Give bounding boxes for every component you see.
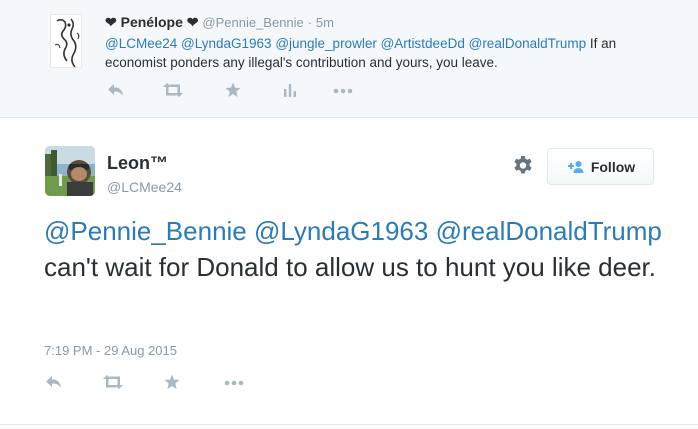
separator-dot: · — [307, 15, 313, 30]
mention-link[interactable]: @LyndaG1963 — [254, 216, 428, 246]
parent-tweet-header: ❤ Penélope ❤ @Pennie_Bennie · 5m — [105, 13, 334, 32]
more-icon[interactable] — [333, 82, 353, 98]
mention-link[interactable]: @realDonaldTrump — [436, 216, 662, 246]
tweet-actions — [45, 374, 265, 394]
parent-tweet: ❤ Penélope ❤ @Pennie_Bennie · 5m @LCMee2… — [0, 0, 698, 118]
gear-icon[interactable] — [511, 154, 535, 178]
parent-tweet-actions — [107, 82, 367, 102]
tweet-body: can't wait for Donald to allow us to hun… — [44, 252, 656, 282]
mention-link[interactable]: @LCMee24 — [105, 36, 177, 51]
favorite-icon[interactable] — [164, 374, 180, 390]
parent-author-name[interactable]: ❤ Penélope ❤ — [105, 14, 202, 30]
mention-link[interactable]: @realDonaldTrump — [469, 36, 587, 51]
tweet-text: @Pennie_Bennie @LyndaG1963 @realDonaldTr… — [44, 213, 684, 285]
author-name[interactable]: Leon™ — [107, 152, 168, 174]
parent-avatar[interactable] — [50, 14, 82, 68]
mention-link[interactable]: @Pennie_Bennie — [44, 216, 247, 246]
follow-label: Follow — [590, 158, 636, 175]
retweet-icon[interactable] — [103, 374, 123, 390]
heart-icon: ❤ — [186, 14, 199, 30]
heart-icon: ❤ — [105, 14, 117, 30]
reply-icon[interactable] — [107, 82, 125, 98]
parent-tweet-text: @LCMee24 @LyndaG1963 @jungle_prowler @Ar… — [105, 34, 675, 72]
parent-tweet-time[interactable]: 5m — [316, 15, 334, 30]
divider — [0, 424, 698, 425]
main-avatar[interactable] — [45, 146, 95, 196]
add-user-icon — [566, 160, 584, 174]
reply-icon[interactable] — [45, 374, 63, 390]
tweet-timestamp[interactable]: 7:19 PM - 29 Aug 2015 — [44, 343, 177, 358]
author-handle[interactable]: @LCMee24 — [107, 178, 182, 196]
mention-link[interactable]: @jungle_prowler — [275, 36, 377, 51]
retweet-icon[interactable] — [163, 82, 183, 98]
parent-author-handle[interactable]: @Pennie_Bennie — [202, 15, 303, 30]
mention-link[interactable]: @LyndaG1963 — [181, 36, 272, 51]
analytics-icon[interactable] — [283, 82, 297, 98]
more-icon[interactable] — [224, 374, 244, 390]
mention-link[interactable]: @ArtistdeeDd — [381, 36, 465, 51]
favorite-icon[interactable] — [225, 82, 241, 98]
follow-button[interactable]: Follow — [547, 148, 654, 185]
